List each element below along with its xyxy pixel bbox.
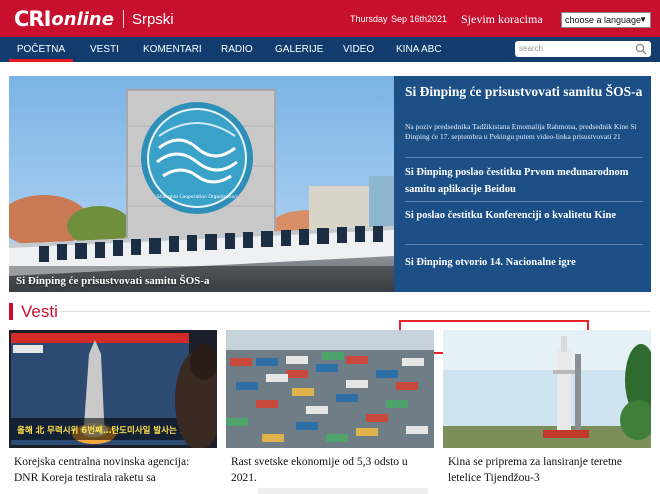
section-title-vesti[interactable]: Vesti [21, 302, 58, 322]
section-divider [60, 311, 651, 312]
news-card-image-tianzhou[interactable] [443, 330, 651, 448]
headline-link-national-games[interactable]: Si Đinping otvorio 14. Nacionalne igre [405, 254, 643, 271]
headline-title[interactable]: Si Đinping će prisustvovati samitu ŠOS-a [405, 82, 643, 101]
date-month-day: Sep 16th [391, 14, 428, 24]
headline-panel: Si Đinping će prisustvovati samitu ŠOS-a… [394, 76, 651, 354]
chevron-down-icon: ▼ [639, 15, 647, 24]
container-port-photo [226, 330, 434, 448]
sco-summit-photo: Shanghai Cooperation Organisation [9, 76, 394, 292]
logo-divider [122, 10, 124, 28]
news-card-image-korea[interactable]: 올해 北 무력시위 6번째…탄도미사일 발사는 5번째 [9, 330, 217, 448]
nav-item-video[interactable]: VIDEO [343, 37, 374, 62]
rocket-launch-photo [443, 330, 651, 448]
language-select[interactable]: choose a language ▼ [561, 12, 651, 28]
headline-link-beidou[interactable]: Si Đinping poslao čestitku Prvom međunar… [405, 164, 643, 198]
search-icon[interactable] [635, 43, 647, 55]
date-year: 2021 [427, 14, 448, 24]
korea-missile-photo: 올해 北 무력시위 6번째…탄도미사일 발사는 5번째 [9, 330, 217, 448]
search-input[interactable]: search [515, 41, 651, 57]
nav-item-pocetna[interactable]: POČETNA [9, 37, 73, 62]
news-card-title-tianzhou[interactable]: Kina se priprema za lansiranje teretne l… [448, 454, 648, 486]
top-bar: CRI online Srpski Thursday Sep 16th 2021… [0, 0, 660, 37]
divider [405, 244, 643, 245]
headline-description: Na poziv predsednika Tadžikistana Emomal… [405, 122, 637, 141]
nav-item-kina-abc[interactable]: KINA ABC [396, 37, 442, 62]
hero-image[interactable]: Shanghai Cooperation Organisation Si Đin… [9, 76, 394, 292]
scroll-indicator [258, 488, 428, 494]
nav-item-galerije[interactable]: GALERIJE [275, 37, 323, 62]
language-select-value: choose a language [565, 15, 642, 25]
divider [405, 157, 643, 158]
nav-item-radio[interactable]: RADIO [221, 37, 253, 62]
hero-caption[interactable]: Si Đinping će prisustvovati samitu ŠOS-a [16, 275, 209, 287]
cri-online-logo[interactable]: CRI online Srpski [14, 6, 174, 32]
section-marker [9, 303, 13, 320]
logo-cri-text: CRI [14, 7, 51, 31]
headline-link-quality[interactable]: Si poslao čestitku Konferenciji o kvalit… [405, 207, 643, 224]
search-placeholder: search [519, 44, 544, 53]
tv-subtitle-text: 올해 北 무력시위 6번째…탄도미사일 발사는 5번째 [17, 425, 202, 436]
news-card-image-containers[interactable] [226, 330, 434, 448]
divider [405, 201, 643, 202]
slogan: Sjevim koracima [461, 12, 543, 26]
news-card-title-korea[interactable]: Korejska centralna novinska agencija: DN… [14, 454, 214, 486]
nav-item-komentari[interactable]: KOMENTARI [143, 37, 202, 62]
emblem-sign-text: Shanghai Cooperation Organisation [157, 194, 237, 200]
logo-language-label: Srpski [131, 10, 174, 28]
news-card-title-economy[interactable]: Rast svetske ekonomije od 5,3 odsto u 20… [231, 454, 431, 486]
main-navigation: POČETNA VESTI KOMENTARI RADIO GALERIJE V… [0, 37, 660, 62]
logo-online-text: online [51, 8, 114, 30]
nav-item-vesti[interactable]: VESTI [90, 37, 119, 62]
date-day: Thursday [350, 14, 388, 24]
